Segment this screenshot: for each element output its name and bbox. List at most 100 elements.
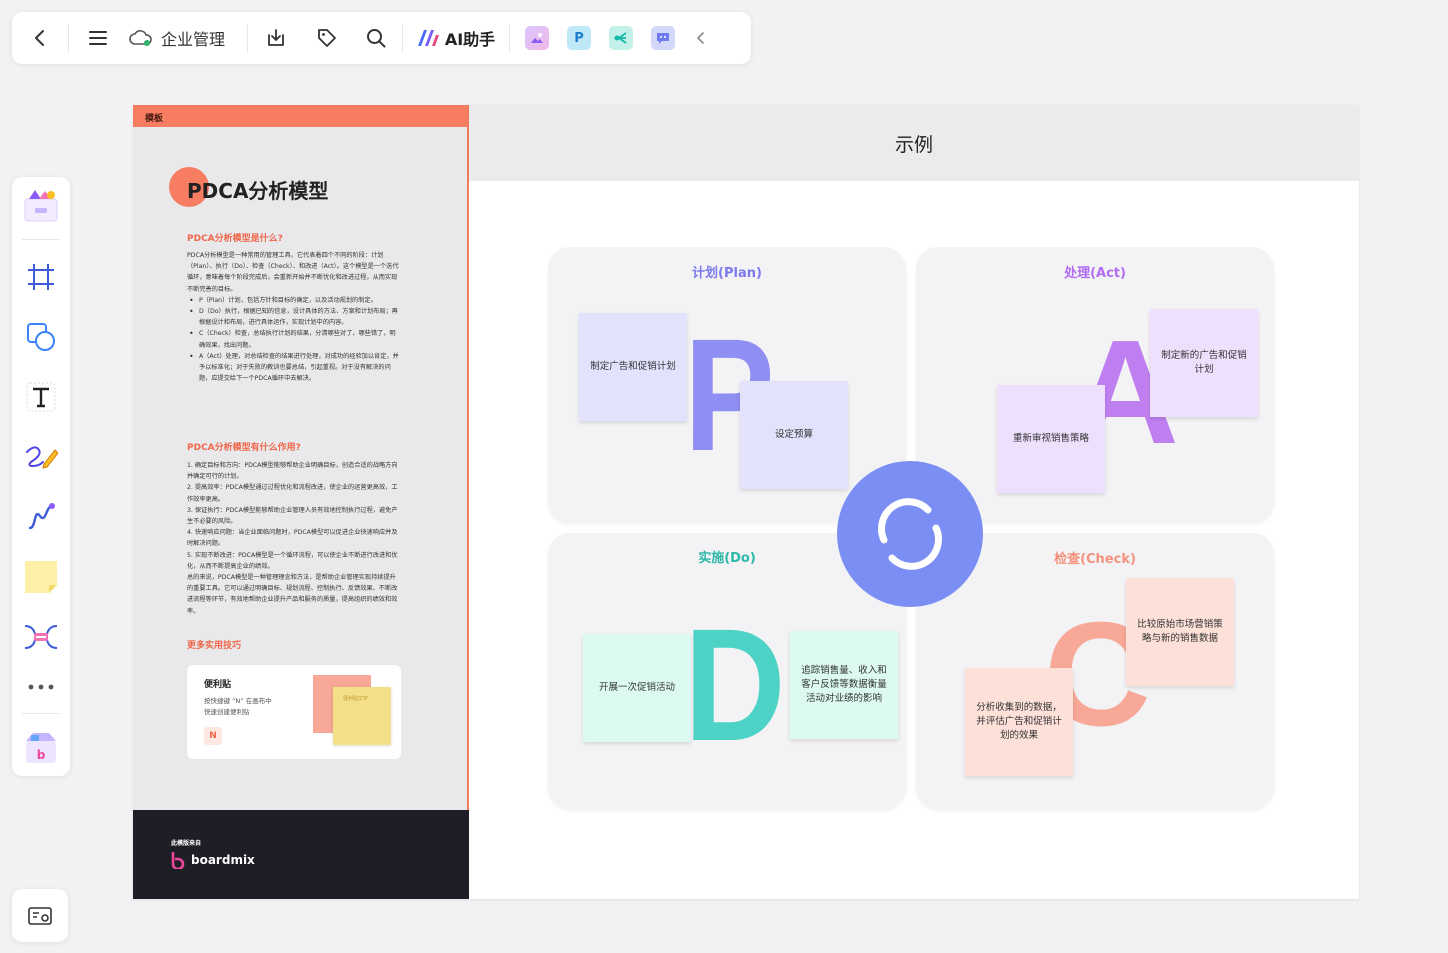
frame-button[interactable] [12,255,70,299]
sticky-note[interactable]: 制定新的广告和促销计划 [1150,309,1258,417]
section-title: PDCA分析模型有什么作用? [187,443,301,453]
template-icon [24,190,58,222]
footer-brand: boardmix [191,853,255,867]
apps-button[interactable]: b [12,725,70,769]
download-icon [268,29,284,46]
svg-text:b: b [37,748,46,762]
chat-app-icon [651,26,675,50]
workspace-button[interactable]: 企业管理 [127,12,247,64]
list-item: 3. 保证执行：PDCA模型能够帮助企业管理人员有效地控制执行过程，避免产生不必… [187,506,398,526]
ai-logo-icon [417,30,439,46]
cycle-circle [837,461,983,607]
sticky-note[interactable]: 重新审视销售策略 [997,385,1105,493]
collapse-toolbar-button[interactable] [684,12,718,64]
back-icon [35,30,44,46]
text-icon [26,382,56,412]
collapse-icon [696,32,704,44]
minimap-icon [28,906,52,925]
tag-icon [318,29,336,47]
list-item: 4. 快速响应问题：当企业面临问题时，PDCA模型可以促进企业快速响应并及时解决… [187,529,398,548]
refresh-cycle-icon [878,498,942,570]
mindmap-icon [24,625,58,649]
pdca-point-list: P（Plan）计划，包括方针和目标的确定，以及活动规划的制定。 D（Do）执行，… [187,295,401,385]
list-item: 5. 实现不断改进：PDCA模型是一个循环流程，可以使企业不断进行改进和优化，从… [187,551,398,570]
minimap-button[interactable] [12,889,68,942]
back-button[interactable] [12,12,68,64]
pen-icon [26,446,58,469]
sticky-note[interactable]: 开展一次促销活动 [583,634,691,742]
list-item: 2. 提高效率：PDCA模型通过过程优化和流程改进，使企业的运营更高效，工作效率… [187,484,398,503]
sample-note: 便利贴文字 [333,687,391,745]
list-item: 1. 确定目标和方向：PDCA模型能够帮助企业明确目标，创造合适的战略方向并确定… [187,462,398,481]
top-toolbar: 企业管理 AI助手 P [12,12,751,64]
sticky-note-icon [25,561,57,593]
list-item: A（Act）处理，对总结检查的结果进行处理，对成功的经验加以肯定，并予以标准化；… [187,351,401,385]
template-footer: 此模版来自 boardmix [133,810,469,899]
tip-title: 便利贴 [204,680,232,690]
act-title: 处理(Act) [1064,266,1126,281]
workspace-label: 企业管理 [161,30,226,49]
do-letter: D [684,595,786,774]
connector-button[interactable] [12,495,70,539]
example-header: 示例 [469,105,1359,181]
apps-icon: b [26,733,56,763]
cloud-icon [129,30,152,46]
image-app-button[interactable] [516,12,558,64]
ai-assistant-button[interactable]: AI助手 [403,12,509,64]
plan-quadrant: 计划(Plan) P 制定广告和促销计划 设定预算 [548,247,906,523]
search-icon [367,29,386,48]
menu-button[interactable] [69,12,127,64]
sticky-note-button[interactable] [12,555,70,599]
tag-button[interactable] [304,12,350,64]
p-app-icon: P [567,26,591,50]
search-button[interactable] [350,12,402,64]
more-tools-button[interactable] [12,665,70,709]
tip-description: 快速创建便利贴 [204,708,250,716]
mindmap-app-icon [609,26,633,50]
divider [22,713,60,714]
sticky-note[interactable]: 分析收集到的数据，并评估广告和促销计划的效果 [965,668,1073,776]
sticky-note[interactable]: 制定广告和促销计划 [579,313,687,421]
section-body: PDCA分析模型是一种常用的管理工具，它代表着四个不同的阶段：计划（Plan）、… [187,250,401,384]
more-icon [28,684,54,690]
tip-description: 按快捷键 “N” 在画布中 [204,697,272,705]
template-title: PDCA分析模型 [187,179,329,203]
left-toolbar: b [12,177,70,776]
text-button[interactable] [12,375,70,419]
shortcut-key-badge: N [204,727,222,745]
pen-button[interactable] [12,435,70,479]
shape-button[interactable] [12,315,70,359]
shape-icon [27,323,55,351]
download-button[interactable] [248,12,304,64]
plan-title: 计划(Plan) [692,266,762,281]
frame-icon [28,264,54,290]
mindmap-app-button[interactable] [600,12,642,64]
p-app-button[interactable]: P [558,12,600,64]
act-quadrant: 处理(Act) A 制定新的广告和促销计划 重新审视销售策略 [916,247,1274,523]
section-title: 更多实用技巧 [187,641,242,651]
list-item: D（Do）执行，根据已知的信息，设计具体的方法、方案和计划布局；再根据设计和布局… [187,306,401,328]
ai-label: AI助手 [444,30,496,49]
tip-card: 便利贴 按快捷键 “N” 在画布中 快速创建便利贴 N 便利贴文字 [187,665,401,759]
section-intro: PDCA分析模型是一种常用的管理工具，它代表着四个不同的阶段：计划（Plan）、… [187,252,399,293]
template-header: 模板 [133,105,467,127]
list-item: P（Plan）计划，包括方针和目标的确定，以及活动规划的制定。 [187,295,401,306]
template-button[interactable] [12,183,70,227]
sticky-note[interactable]: 追踪销售量、收入和客户反馈等数据衡量活动对业绩的影响 [790,631,898,739]
menu-icon [89,31,107,45]
divider [22,239,60,240]
divider [509,24,510,52]
sticky-note[interactable]: 设定预算 [740,381,848,489]
section-title: PDCA分析模型是什么? [187,234,283,244]
mindmap-button[interactable] [12,615,70,659]
boardmix-logo-icon [171,852,185,869]
section-body: 1. 确定目标和方向：PDCA模型能够帮助企业明确目标，创造合适的战略方向并确定… [187,460,401,617]
chat-app-button[interactable] [642,12,684,64]
connector-icon [28,503,55,530]
canvas-board[interactable]: 模板 PDCA分析模型 PDCA分析模型是什么? PDCA分析模型是一种常用的管… [133,105,1359,899]
list-item: C（Check）检查，总结执行计划的结果，分清哪些对了，哪些错了，明确效果，找出… [187,328,401,350]
footer-from: 此模版来自 [171,840,202,847]
sticky-note[interactable]: 比较原始市场营销策略与新的销售数据 [1126,578,1234,686]
list-item: 总的来说，PDCA模型是一种管理理念和方法，是帮助企业管理实现持续提升的重要工具… [187,574,398,615]
image-app-icon [525,26,549,50]
